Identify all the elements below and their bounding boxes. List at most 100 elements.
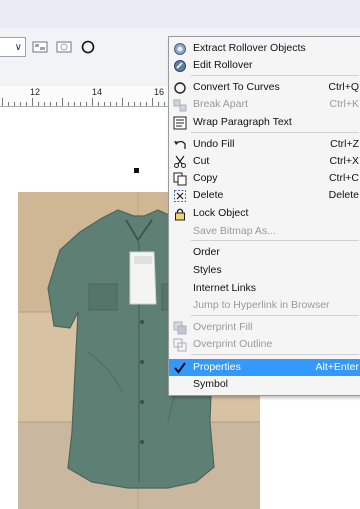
ruler-tick: [20, 102, 21, 106]
menu-item-symbol[interactable]: Symbol: [169, 376, 360, 393]
menu-item-undo-fill[interactable]: Undo Fill Ctrl+Z: [169, 136, 360, 153]
ruler-tick: [56, 102, 57, 106]
menu-item-label: Jump to Hyperlink in Browser: [193, 299, 330, 311]
menu-separator: [191, 75, 359, 76]
menu-item-label: Delete: [193, 189, 224, 201]
menu-item-properties[interactable]: Properties Alt+Enter: [169, 359, 360, 376]
menu-item-edit-rollover[interactable]: Edit Rollover: [169, 57, 360, 74]
menu-separator: [191, 315, 359, 316]
menu-item-shortcut: Ctrl+X: [329, 155, 359, 167]
ruler-tick: [104, 102, 105, 106]
undo-icon: [172, 137, 188, 152]
rollover-extract-icon: [172, 41, 188, 56]
menu-item-overprint-outline[interactable]: Overprint Outline: [169, 336, 360, 353]
ruler-tick: [32, 98, 33, 106]
size-dropdown[interactable]: ∨: [0, 37, 26, 57]
menu-item-extract-rollover-objects[interactable]: Extract Rollover Objects: [169, 40, 360, 57]
menu-item-jump-to-hyperlink-in-browser[interactable]: Jump to Hyperlink in Browser: [169, 297, 360, 314]
menu-item-label: Order: [193, 246, 220, 258]
horizontal-ruler: 12 14 16: [0, 86, 168, 107]
rollover-edit-icon: [172, 58, 188, 73]
context-menu: Extract Rollover Objects Edit Rollover Con…: [168, 36, 360, 396]
menu-separator: [191, 132, 359, 133]
wrap-text-icon: [172, 115, 188, 130]
circle-target-icon[interactable]: [78, 37, 98, 57]
menu-item-break-apart[interactable]: Break Apart Ctrl+K: [169, 96, 360, 113]
ruler-tick: [110, 102, 111, 106]
ruler-tick: [2, 98, 3, 106]
menu-item-shortcut: Delete: [328, 189, 359, 201]
ruler-label: 16: [154, 87, 165, 97]
ruler-tick: [68, 102, 69, 106]
bitmap-trace-icon[interactable]: [54, 37, 74, 57]
ruler-tick: [128, 102, 129, 106]
ruler-tick: [116, 102, 117, 106]
break-apart-icon: [172, 97, 188, 112]
menu-item-label: Symbol: [193, 378, 229, 390]
menu-item-label: Copy: [193, 172, 218, 184]
lock-icon: [172, 206, 188, 221]
menu-item-save-bitmap-as[interactable]: Save Bitmap As...: [169, 223, 360, 240]
menu-item-wrap-paragraph-text[interactable]: Wrap Paragraph Text: [169, 114, 360, 131]
menu-item-label: Undo Fill: [193, 138, 235, 150]
menu-icon-slot: [172, 245, 188, 260]
ruler-tick: [98, 102, 99, 106]
toolbar-row: ∨: [0, 34, 98, 60]
menu-item-shortcut: Ctrl+Z: [330, 138, 359, 150]
ruler-tick: [92, 98, 93, 106]
menu-icon-slot: [172, 263, 188, 278]
menu-icon-slot: [172, 298, 188, 313]
menu-item-label: Wrap Paragraph Text: [193, 116, 292, 128]
ruler-tick: [158, 102, 159, 106]
menu-separator: [191, 354, 359, 355]
menu-item-label: Lock Object: [193, 207, 249, 219]
chevron-down-icon: ∨: [14, 41, 22, 53]
menu-item-label: Styles: [193, 264, 222, 276]
ruler-tick: [8, 102, 9, 106]
menu-item-shortcut: Ctrl+C: [328, 172, 359, 184]
menu-item-label: Extract Rollover Objects: [193, 42, 306, 54]
menu-icon-slot: [172, 224, 188, 239]
ruler-tick: [14, 102, 15, 106]
ruler-tick: [86, 102, 87, 106]
overprint-outline-icon: [172, 337, 188, 352]
scissors-icon: [172, 154, 188, 169]
menu-item-convert-to-curves[interactable]: Convert To Curves Ctrl+Q: [169, 79, 360, 96]
ruler-tick: [140, 102, 141, 106]
menu-item-label: Overprint Outline: [193, 338, 273, 350]
menu-item-label: Internet Links: [193, 282, 257, 294]
menu-item-overprint-fill[interactable]: Overprint Fill: [169, 319, 360, 336]
bitmap-mode-icon[interactable]: [30, 37, 50, 57]
menu-item-label: Cut: [193, 155, 210, 167]
copy-icon: [172, 171, 188, 186]
menu-item-cut[interactable]: Cut Ctrl+X: [169, 153, 360, 170]
ruler-tick: [50, 102, 51, 106]
menu-item-delete[interactable]: Delete Delete: [169, 187, 360, 204]
menu-item-shortcut: Ctrl+K: [329, 98, 359, 110]
top-bar: [0, 0, 360, 29]
menu-icon-slot: [172, 281, 188, 296]
ruler-tick: [80, 102, 81, 106]
ruler-tick: [146, 102, 147, 106]
selection-handle[interactable]: [134, 168, 139, 173]
menu-icon-slot: [172, 377, 188, 392]
ruler-tick: [152, 98, 153, 106]
ruler-label: 14: [92, 87, 103, 97]
convert-curves-icon: [172, 80, 188, 95]
menu-item-label: Properties: [193, 361, 241, 373]
ruler-tick: [62, 98, 63, 106]
menu-item-lock-object[interactable]: Lock Object: [169, 205, 360, 222]
ruler-tick: [26, 102, 27, 106]
menu-item-shortcut: Ctrl+Q: [328, 81, 359, 93]
menu-item-copy[interactable]: Copy Ctrl+C: [169, 170, 360, 187]
menu-item-label: Convert To Curves: [193, 81, 280, 93]
menu-item-internet-links[interactable]: Internet Links: [169, 280, 360, 297]
ruler-tick: [122, 98, 123, 106]
ruler-tick: [44, 102, 45, 106]
ruler-tick: [164, 102, 165, 106]
menu-item-label: Overprint Fill: [193, 321, 253, 333]
ruler-tick: [38, 102, 39, 106]
menu-item-styles[interactable]: Styles: [169, 262, 360, 279]
menu-item-order[interactable]: Order: [169, 244, 360, 261]
menu-item-label: Break Apart: [193, 98, 248, 110]
